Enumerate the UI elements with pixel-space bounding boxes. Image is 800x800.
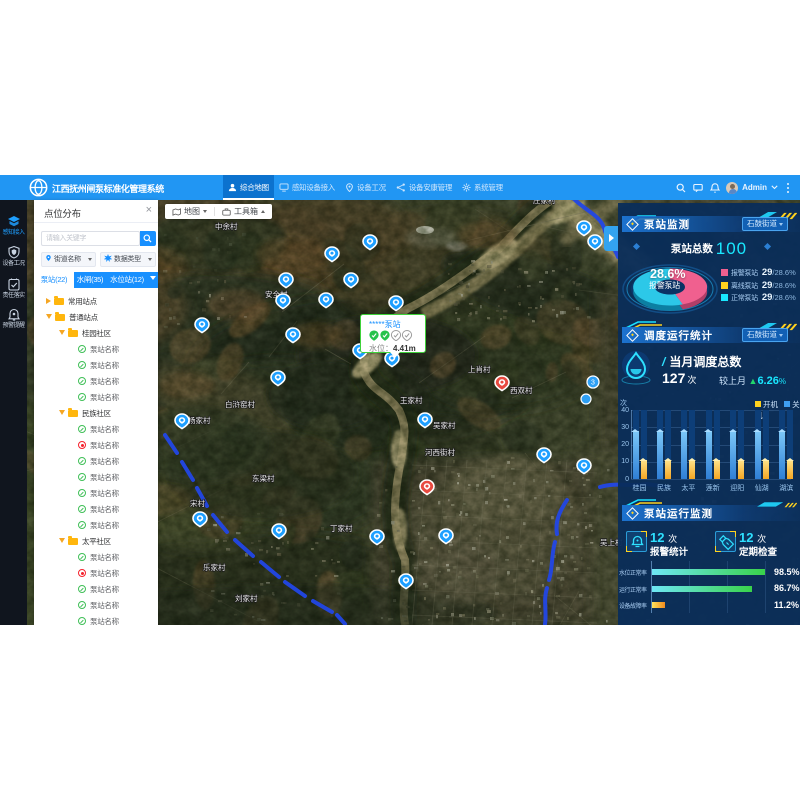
svg-text:宋村: 宋村 (190, 498, 205, 508)
svg-text:河西街村: 河西街村 (425, 447, 455, 457)
svg-text:中余村: 中余村 (215, 221, 238, 231)
svg-text:丁家村: 丁家村 (330, 523, 353, 533)
svg-text:庄家村: 庄家村 (533, 200, 556, 205)
svg-text:东梁村: 东梁村 (252, 473, 275, 483)
svg-text:白浒窑村: 白浒窑村 (225, 399, 255, 409)
svg-text:刘家村: 刘家村 (235, 593, 258, 603)
svg-text:乐家村: 乐家村 (203, 562, 226, 572)
svg-text:王家村: 王家村 (400, 395, 423, 405)
svg-text:3: 3 (591, 380, 595, 387)
svg-text:西双村: 西双村 (510, 385, 533, 395)
svg-text:杨家村: 杨家村 (188, 415, 211, 425)
svg-text:吴家村: 吴家村 (433, 420, 456, 430)
svg-text:上肖村: 上肖村 (468, 364, 491, 374)
